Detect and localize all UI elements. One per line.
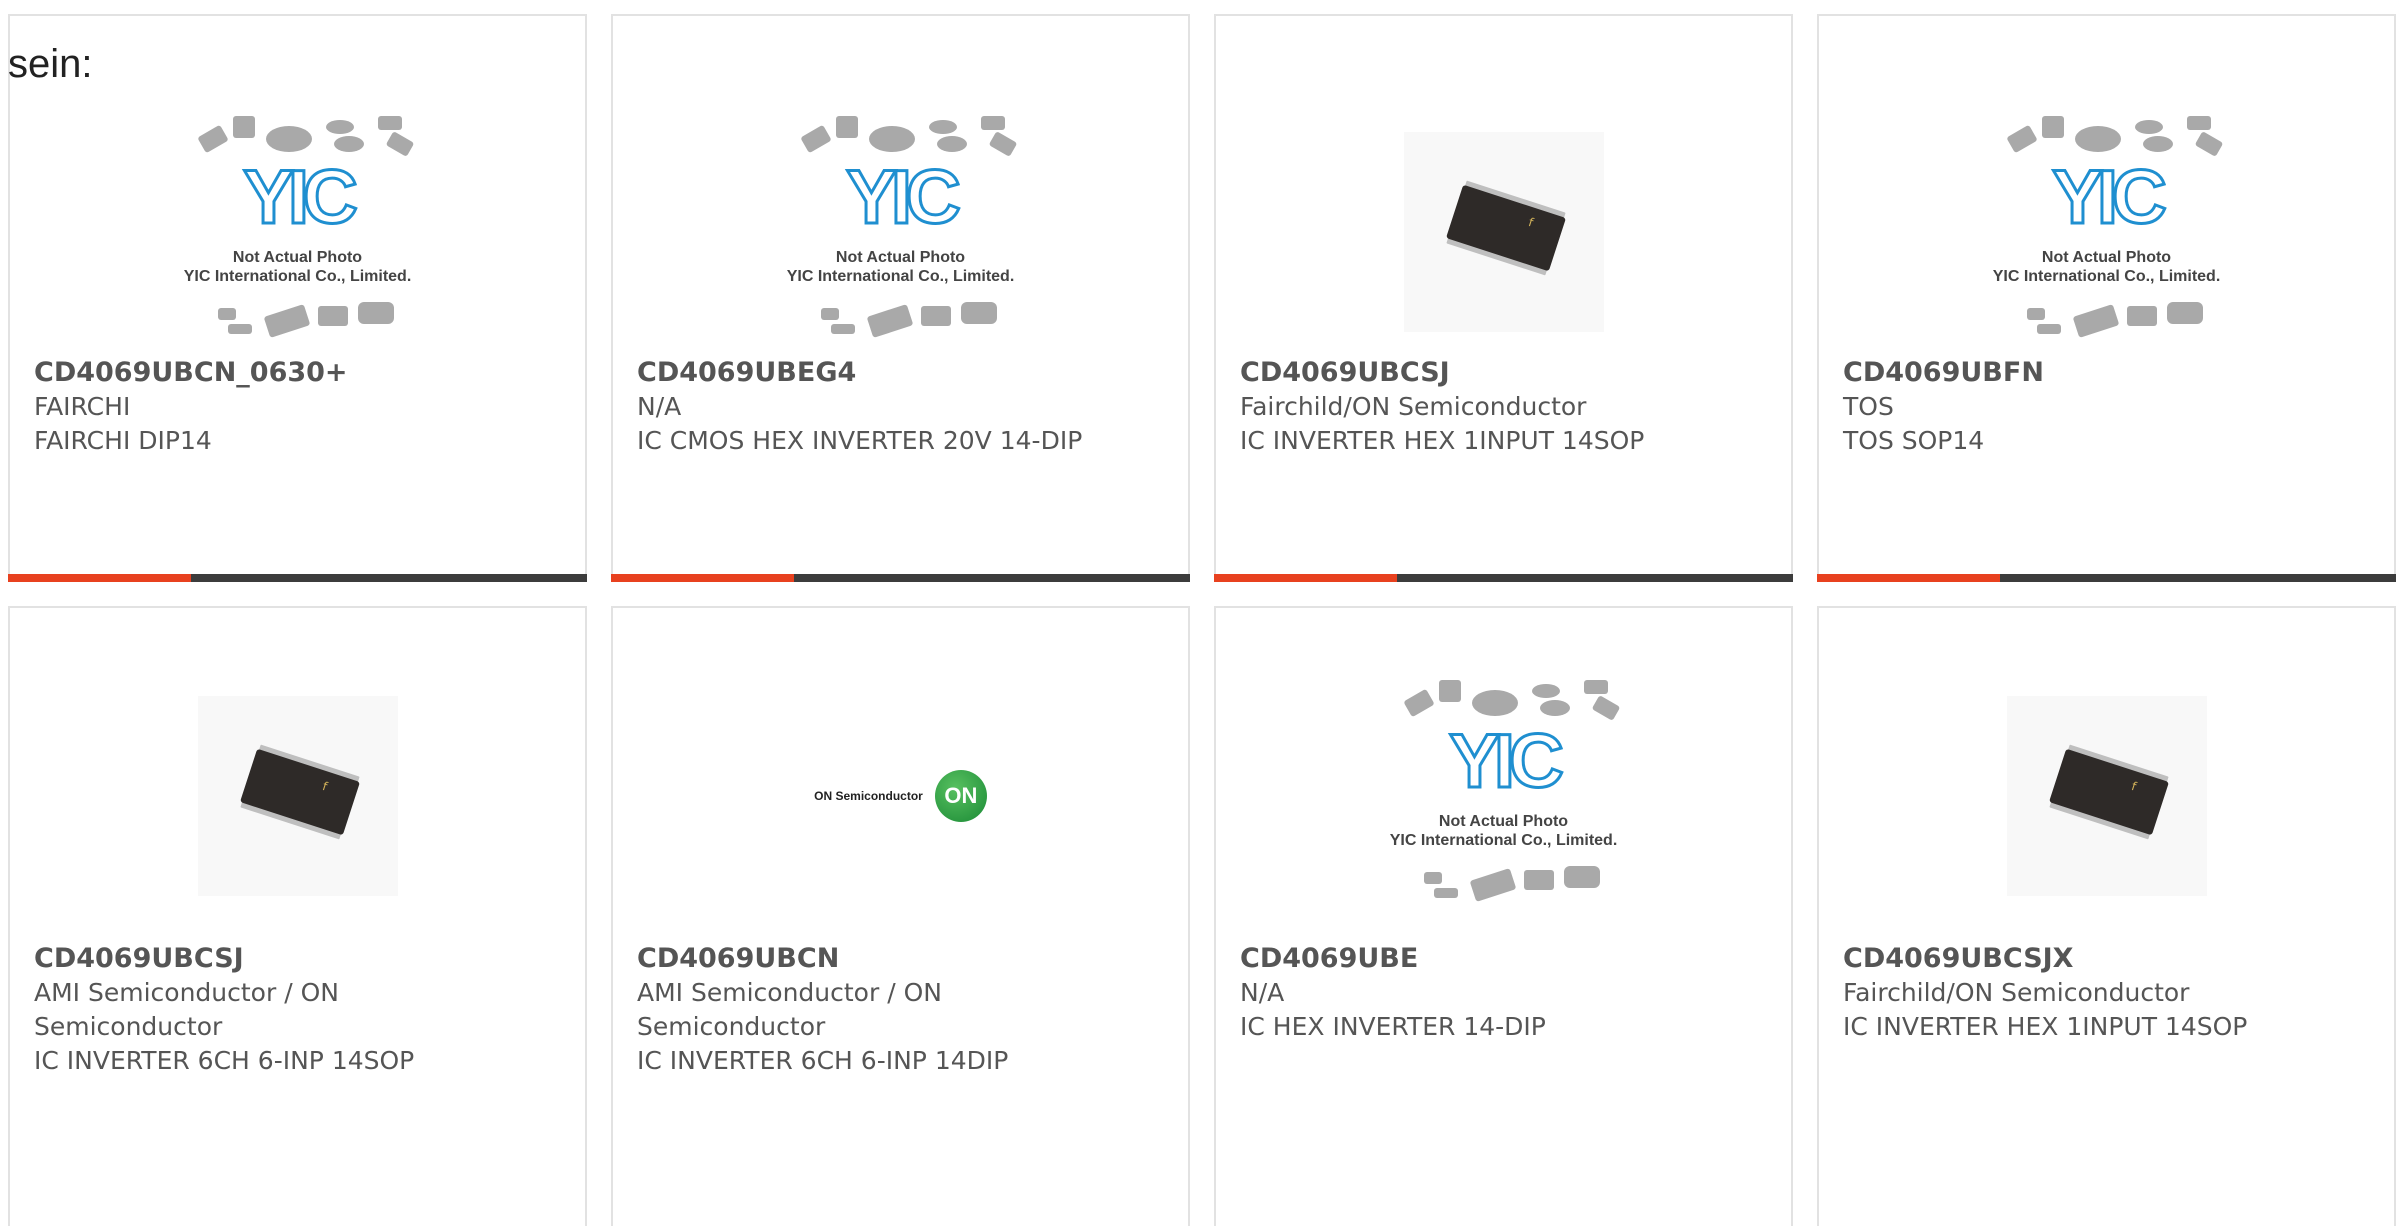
description: TOS SOP14 — [1843, 426, 1985, 455]
manufacturer: N/A — [637, 392, 682, 421]
part-number[interactable]: CD4069UBCSJ — [34, 942, 485, 976]
part-number[interactable]: CD4069UBCN — [637, 942, 1088, 976]
product-image[interactable]: YIC Not Actual Photo YIC International C… — [1819, 102, 2394, 362]
product-image[interactable]: f — [1819, 666, 2394, 926]
description: FAIRCHI DIP14 — [34, 426, 212, 455]
soic-chip-photo: f — [2006, 696, 2207, 896]
product-card[interactable]: YIC Not Actual Photo YIC International C… — [8, 14, 587, 582]
part-number[interactable]: CD4069UBEG4 — [637, 356, 1088, 390]
description: IC INVERTER HEX 1INPUT 14SOP — [1240, 426, 1645, 455]
description: IC INVERTER 6CH 6-INP 14SOP — [34, 1046, 415, 1075]
not-actual-photo-placeholder: YIC Not Actual Photo YIC International C… — [158, 102, 438, 362]
manufacturer: Fairchild/ON Semiconductor — [1240, 392, 1587, 421]
manufacturer: FAIRCHI — [34, 392, 131, 421]
product-card[interactable]: YIC Not Actual Photo YIC International C… — [1214, 606, 1793, 1226]
product-image[interactable]: ON Semiconductor ON — [613, 666, 1188, 926]
not-actual-photo-placeholder: YIC Not Actual Photo YIC International C… — [1967, 102, 2247, 362]
product-image[interactable]: f — [1216, 102, 1791, 362]
product-card[interactable]: ON Semiconductor ON CD4069UBCN AMI Semic… — [611, 606, 1190, 1226]
on-semiconductor-logo: ON Semiconductor ON — [814, 770, 987, 822]
description: IC HEX INVERTER 14-DIP — [1240, 1012, 1546, 1041]
manufacturer: N/A — [1240, 978, 1285, 1007]
manufacturer: AMI Semiconductor / ON Semiconductor — [637, 978, 942, 1041]
product-card[interactable]: f CD4069UBCSJ Fairchild/ON Semiconductor… — [1214, 14, 1793, 582]
intro-text: sein: — [8, 42, 93, 86]
card-bottom-bar — [1817, 574, 2396, 582]
part-number[interactable]: CD4069UBE — [1240, 942, 1691, 976]
product-card[interactable]: f CD4069UBCSJ AMI Semiconductor / ON Sem… — [8, 606, 587, 1226]
part-number[interactable]: CD4069UBFN — [1843, 356, 2294, 390]
part-number[interactable]: CD4069UBCSJ — [1240, 356, 1691, 390]
not-actual-photo-placeholder: YIC Not Actual Photo YIC International C… — [1364, 666, 1644, 926]
manufacturer: Fairchild/ON Semiconductor — [1843, 978, 2190, 1007]
description: IC CMOS HEX INVERTER 20V 14-DIP — [637, 426, 1083, 455]
not-actual-photo-placeholder: YIC Not Actual Photo YIC International C… — [761, 102, 1041, 362]
product-image[interactable]: f — [10, 666, 585, 926]
product-card[interactable]: f CD4069UBCSJX Fairchild/ON Semiconducto… — [1817, 606, 2396, 1226]
soic-chip-photo: f — [1403, 132, 1604, 332]
soic-chip-photo: f — [197, 696, 398, 896]
card-bottom-bar — [8, 574, 587, 582]
product-image[interactable]: YIC Not Actual Photo YIC International C… — [1216, 666, 1791, 926]
card-bottom-bar — [611, 574, 1190, 582]
product-image[interactable]: YIC Not Actual Photo YIC International C… — [613, 102, 1188, 362]
part-number[interactable]: CD4069UBCN_0630+ — [34, 356, 485, 390]
product-image[interactable]: YIC Not Actual Photo YIC International C… — [10, 102, 585, 362]
description: IC INVERTER HEX 1INPUT 14SOP — [1843, 1012, 2248, 1041]
description: IC INVERTER 6CH 6-INP 14DIP — [637, 1046, 1009, 1075]
product-grid: YIC Not Actual Photo YIC International C… — [8, 14, 2400, 1226]
manufacturer: TOS — [1843, 392, 1894, 421]
product-card[interactable]: YIC Not Actual Photo YIC International C… — [1817, 14, 2396, 582]
product-card[interactable]: YIC Not Actual Photo YIC International C… — [611, 14, 1190, 582]
manufacturer: AMI Semiconductor / ON Semiconductor — [34, 978, 339, 1041]
part-number[interactable]: CD4069UBCSJX — [1843, 942, 2294, 976]
card-bottom-bar — [1214, 574, 1793, 582]
